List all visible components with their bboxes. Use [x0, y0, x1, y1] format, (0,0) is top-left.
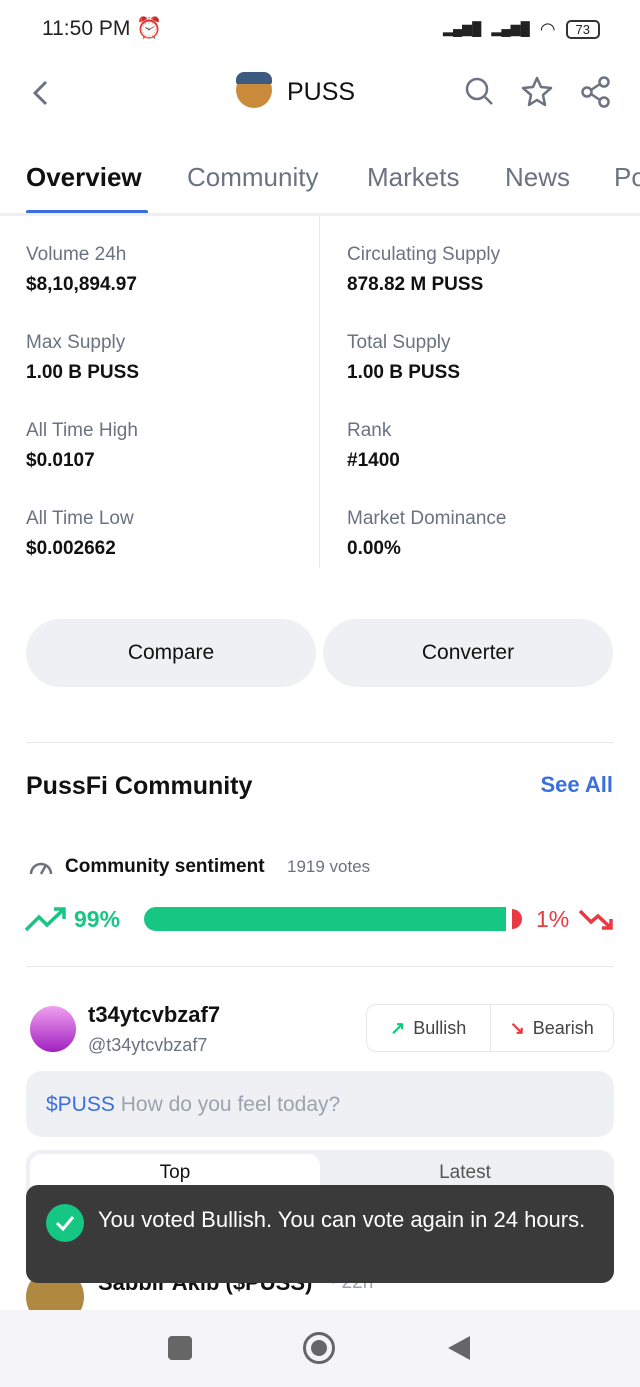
signal-icon: ▂▄▆█	[491, 21, 530, 36]
tab-portfolio[interactable]: Po	[614, 162, 640, 193]
trend-up-icon	[24, 907, 66, 932]
see-all-link[interactable]: See All	[540, 772, 613, 798]
stat-total-supply: Total Supply 1.00 B PUSS	[347, 332, 460, 383]
battery-icon: 73	[565, 19, 600, 39]
share-icon[interactable]	[580, 76, 612, 108]
bearish-button[interactable]: ↘ Bearish	[491, 1005, 614, 1051]
divider	[26, 966, 614, 967]
user-handle: @t34ytcvbzaf7	[88, 1035, 208, 1055]
back-nav-button[interactable]	[446, 1334, 472, 1362]
bullish-bar	[144, 907, 506, 931]
home-button[interactable]	[303, 1332, 335, 1364]
vote-count: 1919 votes	[287, 857, 371, 876]
tab-news[interactable]: News	[505, 162, 570, 193]
status-time: 11:50 PM	[42, 17, 131, 40]
search-icon[interactable]	[464, 76, 494, 106]
check-circle-icon	[46, 1204, 84, 1242]
status-bar: 11:50 PM ⏰ ▂▄▆█ ▂▄▆█ ◠ 73	[42, 14, 600, 44]
divider	[319, 216, 320, 568]
post-input[interactable]: $PUSS How do you feel today?	[26, 1071, 614, 1137]
sentiment-label: Community sentiment	[65, 856, 265, 877]
system-nav-bar	[0, 1310, 640, 1387]
active-tab-indicator	[26, 210, 148, 213]
tab-top[interactable]: Top	[30, 1154, 320, 1206]
back-icon[interactable]	[28, 78, 52, 108]
tab-bar: Overview Community Markets News Po	[0, 150, 640, 216]
user-name: t34ytcvbzaf7	[88, 1002, 221, 1027]
trend-up-icon: ↗	[390, 1017, 406, 1038]
vote-toggle: ↗ Bullish ↘ Bearish	[366, 1004, 614, 1052]
tab-markets[interactable]: Markets	[367, 162, 459, 193]
bullish-button[interactable]: ↗ Bullish	[367, 1005, 491, 1051]
bearish-bar	[512, 909, 522, 929]
stat-rank: Rank #1400	[347, 420, 400, 471]
bullish-percent: 99%	[74, 906, 121, 932]
page-title: PUSS	[287, 78, 356, 106]
compare-button[interactable]: Compare	[26, 619, 316, 687]
alarm-icon: ⏰	[136, 17, 163, 40]
tab-community[interactable]: Community	[187, 162, 318, 193]
coin-logo	[236, 72, 272, 108]
bearish-percent: 1%	[536, 906, 570, 932]
stat-volume: Volume 24h $8,10,894.97	[26, 244, 137, 295]
trend-down-icon	[578, 909, 613, 930]
tab-latest[interactable]: Latest	[320, 1154, 610, 1206]
stat-ath: All Time High $0.0107	[26, 420, 138, 471]
gauge-icon	[29, 862, 53, 875]
wifi-icon: ◠	[539, 18, 556, 39]
converter-button[interactable]: Converter	[323, 619, 613, 687]
avatar	[30, 1006, 76, 1052]
tab-overview[interactable]: Overview	[26, 162, 142, 193]
recents-button[interactable]	[168, 1336, 192, 1360]
toast-message: You voted Bullish. You can vote again in…	[98, 1207, 586, 1232]
community-title: PussFi Community	[26, 772, 253, 800]
stat-circulating: Circulating Supply 878.82 M PUSS	[347, 244, 501, 295]
star-icon[interactable]	[521, 75, 553, 107]
trend-down-icon: ↘	[509, 1017, 525, 1038]
signal-icon: ▂▄▆█	[442, 21, 482, 36]
header: PUSS	[0, 62, 640, 122]
stat-max-supply: Max Supply 1.00 B PUSS	[26, 332, 139, 383]
stat-atl: All Time Low $0.002662	[26, 508, 134, 559]
divider	[26, 742, 614, 743]
stat-dominance: Market Dominance 0.00%	[347, 508, 507, 559]
